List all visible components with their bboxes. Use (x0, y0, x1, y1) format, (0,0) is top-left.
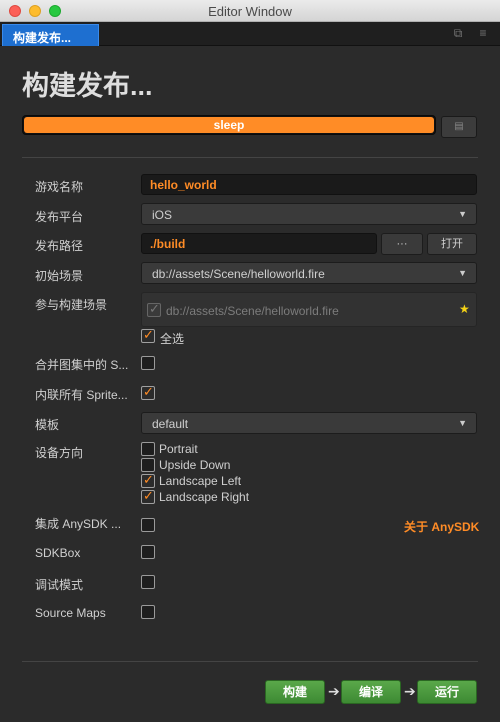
start-scene-select[interactable]: db://assets/Scene/helloworld.fire ▼ (141, 262, 477, 284)
upside-down-checkbox[interactable] (141, 458, 155, 472)
divider-bottom (22, 661, 478, 662)
sdkbox-label: SDKBox (35, 546, 81, 560)
debug-mode-label: 调试模式 (35, 578, 84, 592)
build-button[interactable]: 构建 (265, 680, 325, 704)
platform-value: iOS (152, 208, 173, 222)
merge-atlas-label: 合并图集中的 S... (35, 358, 129, 372)
page-title: 构建发布... (22, 71, 153, 101)
run-button[interactable]: 运行 (417, 680, 477, 704)
anysdk-label: 集成 AnySDK ... (35, 517, 122, 531)
build-path-input[interactable]: ./build (141, 233, 377, 254)
template-label: 模板 (35, 418, 60, 432)
arrow-right-icon: ➔ (328, 683, 340, 699)
select-all-label: 全选 (160, 332, 185, 346)
chevron-down-icon: ▼ (458, 268, 467, 278)
landscape-left-checkbox[interactable] (141, 472, 155, 488)
window-title: Editor Window (208, 4, 292, 19)
log-button[interactable]: ▤ (441, 116, 477, 138)
compile-button[interactable]: 编译 (341, 680, 401, 704)
merge-atlas-checkbox[interactable] (141, 356, 155, 370)
inline-sprite-label: 内联所有 Sprite... (35, 388, 128, 402)
chevron-down-icon: ▼ (458, 209, 467, 219)
template-select[interactable]: default ▼ (141, 412, 477, 434)
orientation-label: 设备方向 (35, 446, 84, 460)
portrait-label: Portrait (159, 442, 198, 456)
tab-bar: 构建发布... ⧉ ≡ (0, 22, 500, 46)
debug-mode-checkbox[interactable] (141, 575, 155, 589)
star-icon: ★ (459, 302, 470, 316)
landscape-right-checkbox[interactable] (141, 488, 155, 504)
start-scene-value: db://assets/Scene/helloworld.fire (152, 267, 325, 281)
chevron-down-icon: ▼ (458, 418, 467, 428)
platform-label: 发布平台 (35, 210, 84, 224)
about-anysdk-link[interactable]: 关于 AnySDK (404, 518, 479, 535)
build-path-label: 发布路径 (35, 239, 84, 253)
scene-checkbox (147, 301, 161, 317)
source-maps-checkbox[interactable] (141, 605, 155, 619)
menu-icon[interactable]: ≡ (476, 27, 490, 39)
popout-icon[interactable]: ⧉ (451, 27, 465, 39)
game-name-label: 游戏名称 (35, 180, 84, 194)
arrow-right-icon: ➔ (404, 683, 416, 699)
sdkbox-checkbox[interactable] (141, 545, 155, 559)
scene-path: db://assets/Scene/helloworld.fire (166, 304, 339, 318)
open-path-button[interactable]: 打开 (427, 233, 477, 255)
upside-down-label: Upside Down (159, 458, 231, 472)
landscape-right-label: Landscape Right (159, 490, 250, 504)
anysdk-checkbox[interactable] (141, 518, 155, 532)
platform-select[interactable]: iOS ▼ (141, 203, 477, 225)
game-name-input[interactable]: hello_world (141, 174, 477, 195)
included-scenes-label: 参与构建场景 (35, 298, 108, 312)
build-progress-bar: sleep (22, 115, 436, 135)
landscape-left-label: Landscape Left (159, 474, 242, 488)
portrait-checkbox[interactable] (141, 442, 155, 456)
start-scene-label: 初始场景 (35, 269, 84, 283)
select-all-checkbox[interactable] (141, 327, 155, 343)
divider-top (22, 157, 478, 158)
tab-build-publish[interactable]: 构建发布... (2, 24, 99, 46)
inline-sprite-checkbox[interactable] (141, 384, 155, 400)
browse-path-button[interactable]: ··· (381, 233, 423, 255)
progress-status-text: sleep (213, 118, 245, 132)
window-titlebar: Editor Window (0, 0, 500, 22)
document-icon: ▤ (454, 121, 464, 132)
source-maps-label: Source Maps (35, 606, 106, 620)
template-value: default (152, 417, 189, 431)
